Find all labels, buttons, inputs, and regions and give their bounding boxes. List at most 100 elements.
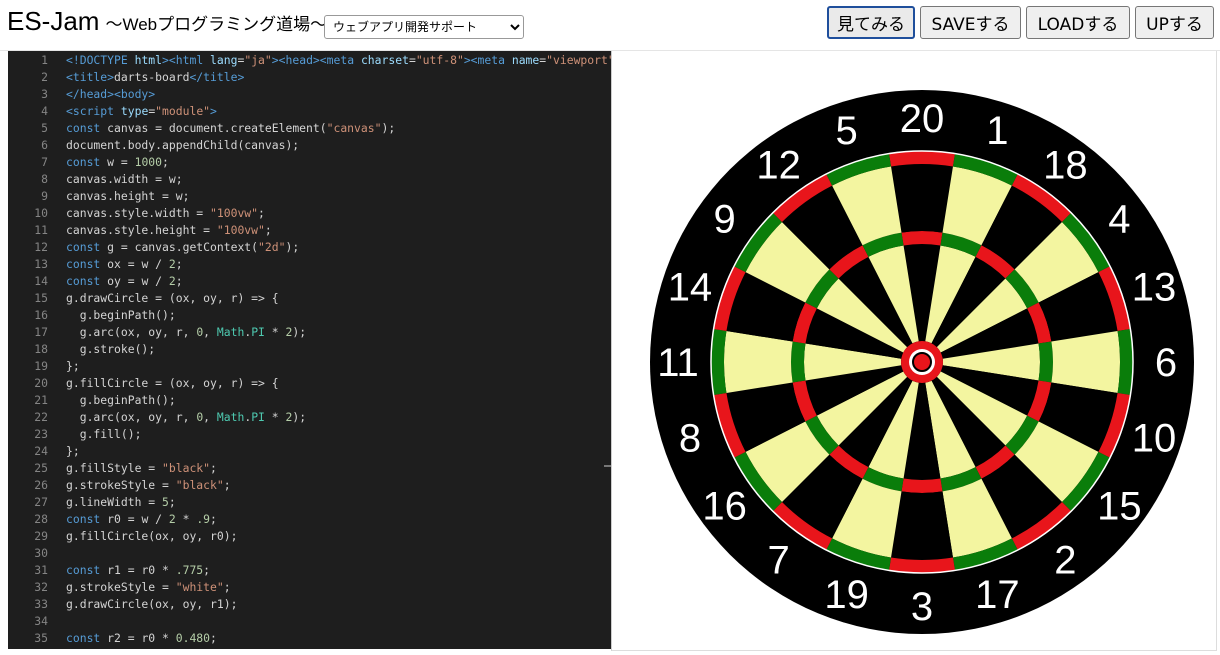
code-line[interactable]: 24};: [8, 443, 611, 460]
code-text[interactable]: g.fillStyle = "black";: [66, 460, 217, 477]
view-button[interactable]: 見てみる: [827, 6, 915, 39]
code-line[interactable]: 33 g.drawCircle(ox, oy, r1);: [8, 596, 611, 613]
board-number-label: 12: [756, 144, 801, 188]
dartboard-canvas: 20 1 18 413 6 10 15 2 17 3 19 7 168 11 149 12 5: [650, 90, 1194, 634]
triple-ring-segment: [1038, 341, 1053, 383]
code-text[interactable]: };: [66, 443, 80, 460]
code-line[interactable]: 8 canvas.width = w;: [8, 171, 611, 188]
code-line[interactable]: 22 g.arc(ox, oy, r, 0, Math.PI * 2);: [8, 409, 611, 426]
line-number: 34: [34, 614, 48, 628]
code-text[interactable]: const oy = w / 2;: [66, 273, 183, 290]
code-line[interactable]: 23 g.fill();: [8, 426, 611, 443]
board-number-label: 19: [824, 573, 869, 617]
code-text[interactable]: const ox = w / 2;: [66, 256, 183, 273]
triple-ring-segment: [901, 231, 943, 246]
code-line[interactable]: 25 g.fillStyle = "black";: [8, 460, 611, 477]
code-line[interactable]: 18 g.stroke();: [8, 341, 611, 358]
code-line[interactable]: 16 g.beginPath();: [8, 307, 611, 324]
code-text[interactable]: g.fill();: [66, 426, 142, 443]
code-text[interactable]: canvas.height = w;: [66, 188, 189, 205]
code-line[interactable]: 17 g.arc(ox, oy, r, 0, Math.PI * 2);: [8, 324, 611, 341]
code-line[interactable]: 27 g.lineWidth = 5;: [8, 494, 611, 511]
line-number: 22: [34, 410, 48, 424]
code-text[interactable]: g.strokeStyle = "white";: [66, 579, 231, 596]
code-text[interactable]: g.drawCircle = (ox, oy, r) => {: [66, 290, 279, 307]
code-line[interactable]: 14 const oy = w / 2;: [8, 273, 611, 290]
code-text[interactable]: const r0 = w / 2 * .9;: [66, 511, 217, 528]
code-text[interactable]: g.arc(ox, oy, r, 0, Math.PI * 2);: [66, 409, 306, 426]
line-number: 10: [34, 206, 48, 220]
code-line[interactable]: 26 g.strokeStyle = "black";: [8, 477, 611, 494]
code-line[interactable]: 3 </head><body>: [8, 86, 611, 103]
board-number-label: 18: [1043, 144, 1088, 188]
code-line[interactable]: 35 const r2 = r0 * 0.480;: [8, 630, 611, 647]
app-subtitle: 〜Webプログラミング道場〜: [105, 15, 328, 34]
code-line[interactable]: 34: [8, 613, 611, 630]
code-text[interactable]: g.fillCircle = (ox, oy, r) => {: [66, 375, 279, 392]
code-text[interactable]: g.fillCircle(ox, oy, r0);: [66, 528, 237, 545]
code-text[interactable]: g.beginPath();: [66, 307, 176, 324]
code-text[interactable]: g.arc(ox, oy, r, 0, Math.PI * 2);: [66, 324, 306, 341]
code-text[interactable]: const w = 1000;: [66, 154, 169, 171]
code-text[interactable]: <title>darts-board</title>: [66, 69, 244, 86]
line-number: 21: [34, 393, 48, 407]
line-number: 7: [41, 155, 48, 169]
code-line[interactable]: 4 <script type="module">: [8, 103, 611, 120]
line-number: 4: [41, 104, 48, 118]
code-line[interactable]: 2 <title>darts-board</title>: [8, 69, 611, 86]
code-text[interactable]: document.body.appendChild(canvas);: [66, 137, 299, 154]
board-number-label: 9: [713, 198, 735, 242]
code-line[interactable]: 9 canvas.height = w;: [8, 188, 611, 205]
code-line[interactable]: 21 g.beginPath();: [8, 392, 611, 409]
code-text[interactable]: </head><body>: [66, 86, 155, 103]
triple-ring-segment: [791, 341, 806, 383]
code-line[interactable]: 10 canvas.style.width = "100vw";: [8, 205, 611, 222]
code-text[interactable]: canvas.width = w;: [66, 171, 183, 188]
code-editor[interactable]: 1 <!DOCTYPE html><html lang="ja"><head><m…: [8, 51, 611, 649]
code-line[interactable]: 29 g.fillCircle(ox, oy, r0);: [8, 528, 611, 545]
code-line[interactable]: 19};: [8, 358, 611, 375]
load-button[interactable]: LOADする: [1026, 6, 1130, 39]
code-line[interactable]: 13 const ox = w / 2;: [8, 256, 611, 273]
code-line[interactable]: 31 const r1 = r0 * .775;: [8, 562, 611, 579]
line-number: 13: [34, 257, 48, 271]
save-button[interactable]: SAVEする: [920, 6, 1021, 39]
code-text[interactable]: g.stroke();: [66, 341, 155, 358]
code-line[interactable]: 30: [8, 545, 611, 562]
line-number: 30: [34, 546, 48, 560]
line-number: 17: [34, 325, 48, 339]
board-number-label: 10: [1132, 416, 1177, 460]
code-text[interactable]: <!DOCTYPE html><html lang="ja"><head><me…: [66, 52, 611, 69]
outer-single-segment: [891, 164, 953, 233]
code-text[interactable]: const r1 = r0 * .775;: [66, 562, 210, 579]
code-line[interactable]: 7 const w = 1000;: [8, 154, 611, 171]
code-text[interactable]: canvas.style.width = "100vw";: [66, 205, 265, 222]
code-line[interactable]: 32 g.strokeStyle = "white";: [8, 579, 611, 596]
code-line[interactable]: 12 const g = canvas.getContext("2d");: [8, 239, 611, 256]
code-text[interactable]: const r2 = r0 * 0.480;: [66, 630, 217, 647]
code-line[interactable]: 15 g.drawCircle = (ox, oy, r) => {: [8, 290, 611, 307]
mode-select[interactable]: ウェブアプリ開発サポート: [324, 15, 524, 39]
code-text[interactable]: const canvas = document.createElement("c…: [66, 120, 395, 137]
code-text[interactable]: canvas.style.height = "100vw";: [66, 222, 272, 239]
code-line[interactable]: 11 canvas.style.height = "100vw";: [8, 222, 611, 239]
code-line[interactable]: 20 g.fillCircle = (ox, oy, r) => {: [8, 375, 611, 392]
line-number: 14: [34, 274, 48, 288]
code-text[interactable]: g.lineWidth = 5;: [66, 494, 176, 511]
code-text[interactable]: <script type="module">: [66, 103, 217, 120]
line-number: 23: [34, 427, 48, 441]
up-button[interactable]: UPする: [1135, 6, 1214, 39]
line-number: 15: [34, 291, 48, 305]
line-number: 28: [34, 512, 48, 526]
code-line[interactable]: 6 document.body.appendChild(canvas);: [8, 137, 611, 154]
code-line[interactable]: 28 const r0 = w / 2 * .9;: [8, 511, 611, 528]
code-line[interactable]: 5 const canvas = document.createElement("…: [8, 120, 611, 137]
code-text[interactable]: g.strokeStyle = "black";: [66, 477, 231, 494]
board-number-label: 20: [900, 97, 945, 141]
code-text[interactable]: const g = canvas.getContext("2d");: [66, 239, 299, 256]
line-number: 32: [34, 580, 48, 594]
code-line[interactable]: 1 <!DOCTYPE html><html lang="ja"><head><m…: [8, 52, 611, 69]
code-text[interactable]: };: [66, 358, 80, 375]
code-text[interactable]: g.beginPath();: [66, 392, 176, 409]
code-text[interactable]: g.drawCircle(ox, oy, r1);: [66, 596, 237, 613]
